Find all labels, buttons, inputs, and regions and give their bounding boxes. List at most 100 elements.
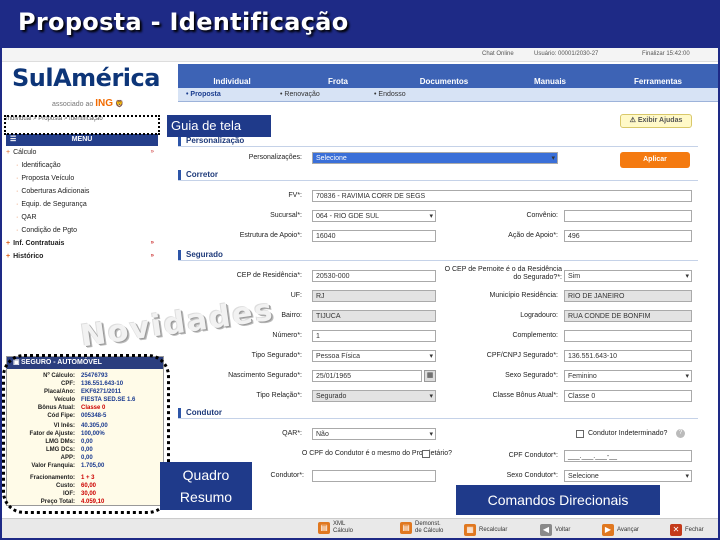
sexo-condutor-select[interactable]: Selecione bbox=[564, 470, 692, 482]
cpf-condutor-field[interactable]: ___.___.___-__ bbox=[564, 450, 692, 462]
fechar-button[interactable]: ✕ Fechar bbox=[670, 524, 704, 538]
guide-highlight-box bbox=[4, 115, 160, 135]
chevron-icon: » bbox=[150, 240, 154, 246]
sidebar-item-identificacao[interactable]: · Identificação bbox=[6, 159, 158, 172]
quadro-resumo-callout: Quadro Resumo bbox=[160, 462, 252, 510]
brand-tagline: associado ao ING 🦁 bbox=[52, 98, 124, 109]
xml-calculo-button[interactable]: ▤ XML Cálculo bbox=[318, 521, 353, 537]
uf-field[interactable]: RJ bbox=[312, 290, 436, 302]
bairro-label: Bairro: bbox=[281, 312, 302, 319]
estrutura-field[interactable]: 16040 bbox=[312, 230, 436, 242]
sidebar-item-qar[interactable]: · QAR bbox=[6, 211, 158, 224]
menu-header: ☰ MENU bbox=[6, 134, 158, 146]
logradouro-field[interactable]: RUA CONDE DE BONFIM bbox=[564, 310, 692, 322]
calendar-icon[interactable]: ▦ bbox=[424, 370, 436, 382]
cpf-mesmo-checkbox[interactable] bbox=[422, 450, 430, 458]
nascimento-label: Nascimento Segurado*: bbox=[228, 372, 302, 379]
cep-field[interactable]: 20530-000 bbox=[312, 270, 436, 282]
classe-bonus-field[interactable]: Classe 0 bbox=[564, 390, 692, 402]
numero-field[interactable]: 1 bbox=[312, 330, 436, 342]
recalcular-button[interactable]: ▦ Recalcular bbox=[464, 524, 507, 538]
cep-pernoite-select[interactable]: Sim bbox=[564, 270, 692, 282]
municipio-label: Município Residência: bbox=[489, 292, 558, 299]
municipio-field[interactable]: RIO DE JANEIRO bbox=[564, 290, 692, 302]
comandos-callout: Comandos Direcionais bbox=[456, 485, 660, 515]
nome-condutor-field[interactable] bbox=[312, 470, 436, 482]
sidebar-item-label: Inf. Contratuais bbox=[13, 240, 65, 247]
cpf-segurado-field[interactable]: 136.551.643-10 bbox=[564, 350, 692, 362]
qar-label: QAR*: bbox=[282, 430, 302, 437]
tab-individual[interactable]: Individual bbox=[184, 76, 280, 88]
indeterminado-label: Condutor Indeterminado? bbox=[588, 430, 668, 437]
demonst-label-2: de Cálculo bbox=[415, 528, 444, 534]
bullet-icon: · bbox=[16, 188, 19, 195]
avancar-label: Avançar bbox=[617, 526, 639, 533]
convenio-field[interactable] bbox=[564, 210, 692, 222]
tab-manuais[interactable]: Manuais bbox=[502, 76, 598, 88]
quadro-line-2: Resumo bbox=[179, 489, 233, 505]
exibir-ajudas-button[interactable]: ⚠ Exibir Ajudas bbox=[620, 114, 692, 128]
estrutura-label: Estrutura de Apoio*: bbox=[239, 232, 302, 239]
chevron-icon: » bbox=[150, 253, 154, 259]
form-area: ⚠ Exibir Ajudas Personalização Personali… bbox=[178, 112, 718, 532]
susep-field[interactable]: 70836 - RAVIMIA CORR DE SEGS bbox=[312, 190, 692, 202]
voltar-button[interactable]: ◀ Voltar bbox=[540, 524, 570, 538]
sidebar-item-label: Equip. de Segurança bbox=[21, 201, 87, 208]
help-icon[interactable]: ? bbox=[676, 429, 685, 438]
tab-ferramentas[interactable]: Ferramentas bbox=[608, 76, 708, 88]
nome-condutor-label: Condutor*: bbox=[270, 472, 304, 479]
sidebar-item-label: Condição de Pgto bbox=[21, 227, 77, 234]
section-corretor: Corretor bbox=[178, 170, 698, 181]
sidebar-item-calculo[interactable]: + Cálculo » bbox=[6, 146, 158, 159]
subtab-renovacao[interactable]: • Renovação bbox=[280, 91, 320, 98]
sidebar-item-label: Proposta Veículo bbox=[21, 175, 75, 182]
sexo-segurado-label: Sexo Segurado*: bbox=[505, 372, 558, 379]
cpf-mesmo-label: O CPF do Condutor é o mesmo do Proprietá… bbox=[301, 450, 452, 457]
demonst-calculo-button[interactable]: ▤ Demonst. de Cálculo bbox=[400, 521, 443, 537]
sucursal-select[interactable]: 064 - RIO GDE SUL bbox=[312, 210, 436, 222]
tab-documentos[interactable]: Documentos bbox=[396, 76, 492, 88]
sidebar-item-historico[interactable]: + Histórico » bbox=[6, 250, 158, 263]
chat-link[interactable]: Chat Online bbox=[482, 51, 514, 57]
sidebar-item-inf-contratuais[interactable]: + Inf. Contratuais » bbox=[6, 237, 158, 250]
complemento-field[interactable] bbox=[564, 330, 692, 342]
sub-tabs: • Proposta • Renovação • Endosso bbox=[178, 88, 718, 102]
bullet-icon: + bbox=[6, 240, 11, 247]
top-status-bar: Chat Online Usuário: 00001/2030-27 Final… bbox=[2, 48, 718, 62]
sidebar-item-coberturas[interactable]: · Coberturas Adicionais bbox=[6, 185, 158, 198]
convenio-label: Convênio: bbox=[526, 212, 558, 219]
tab-frota[interactable]: Frota bbox=[290, 76, 386, 88]
acao-field[interactable]: 496 bbox=[564, 230, 692, 242]
finish-link[interactable]: Finalizar 15:42:00 bbox=[642, 51, 690, 57]
sidebar-item-label: Coberturas Adicionais bbox=[21, 188, 90, 195]
avancar-button[interactable]: ▶ Avançar bbox=[602, 524, 639, 538]
main-tabs: Individual Frota Documentos Manuais Ferr… bbox=[178, 64, 718, 88]
warning-icon: ⚠ bbox=[629, 117, 636, 124]
sidebar-item-proposta-veiculo[interactable]: · Proposta Veículo bbox=[6, 172, 158, 185]
sulamerica-logo: SulAmérica associado ao ING 🦁 bbox=[10, 64, 170, 114]
menu-icon: ☰ bbox=[10, 136, 17, 143]
sidebar-menu: ☰ MENU + Cálculo» · Identificação · Proposta… bbox=[6, 134, 158, 274]
subtab-proposta-label: Proposta bbox=[190, 91, 221, 98]
tipo-relacao-select[interactable]: Segurado bbox=[312, 390, 436, 402]
close-icon: ✕ bbox=[670, 524, 682, 536]
logradouro-label: Logradouro: bbox=[520, 312, 558, 319]
subtab-endosso[interactable]: • Endosso bbox=[374, 91, 406, 98]
bairro-field[interactable]: TIJUCA bbox=[312, 310, 436, 322]
sidebar-item-condicao-pgto[interactable]: · Condição de Pgto bbox=[6, 224, 158, 237]
sidebar-item-equip-seguranca[interactable]: · Equip. de Segurança bbox=[6, 198, 158, 211]
cpf-segurado-label: CPF/CNPJ Segurado*: bbox=[486, 352, 558, 359]
sucursal-label: Sucursal*: bbox=[270, 212, 302, 219]
tipo-segurado-select[interactable]: Pessoa Física bbox=[312, 350, 436, 362]
subtab-proposta[interactable]: • Proposta bbox=[186, 91, 221, 98]
brand-name: SulAmérica bbox=[12, 64, 160, 92]
cep-pernoite-label: O CEP de Pernoite é o da Residência do S… bbox=[444, 266, 562, 281]
sexo-segurado-select[interactable]: Feminino bbox=[564, 370, 692, 382]
classe-bonus-label: Classe Bônus Atual*: bbox=[492, 392, 558, 399]
personalizacao-select[interactable]: Selecione bbox=[312, 152, 558, 164]
chevron-icon: » bbox=[150, 149, 154, 155]
indeterminado-checkbox[interactable] bbox=[576, 430, 584, 438]
qar-select[interactable]: Não bbox=[312, 428, 436, 440]
nascimento-field[interactable]: 25/01/1965 bbox=[312, 370, 422, 382]
aplicar-button[interactable]: Aplicar bbox=[620, 152, 690, 168]
